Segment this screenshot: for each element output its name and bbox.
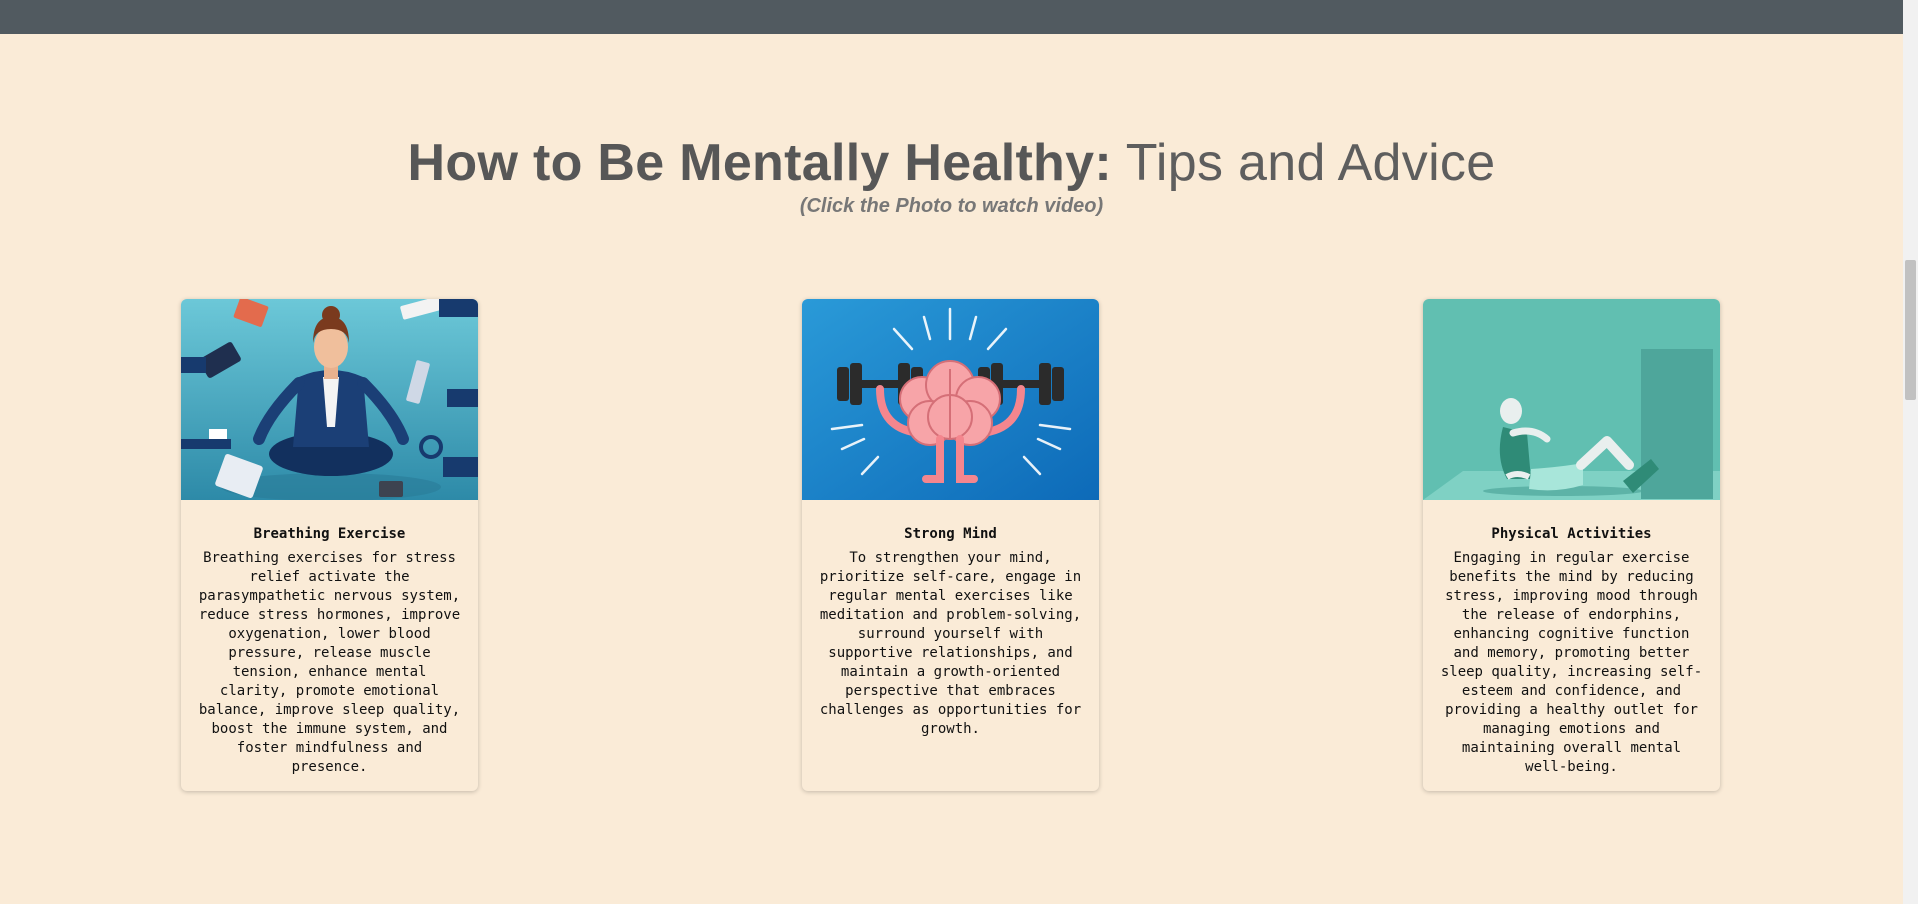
card-description: Engaging in regular exercise benefits th… [1440,550,1703,775]
page-title: How to Be Mentally Healthy: Tips and Adv… [0,128,1903,198]
card-title: Strong Mind [904,526,997,542]
card-strong-mind: Strong Mind To strengthen your mind, pri… [802,299,1099,791]
card-physical-activities: Physical Activities Engaging in regular … [1423,299,1720,791]
page-title-strong: How to Be Mentally Healthy: [407,134,1112,192]
page-title-light: Tips and Advice [1111,134,1496,192]
card-breathing-exercise: Breathing Exercise Breathing exercises f… [181,299,478,791]
top-navigation-bar [0,0,1903,34]
brain-lifting-illustration[interactable] [802,299,1099,500]
card-description: Breathing exercises for stress relief ac… [198,550,461,775]
page-subtitle: (Click the Photo to watch video) [799,195,1104,217]
card-description: To strengthen your mind, prioritize self… [819,550,1082,737]
meditation-illustration[interactable] [181,299,478,500]
scrollbar-thumb[interactable] [1905,260,1916,400]
card-title: Physical Activities [1491,526,1652,542]
stretching-illustration[interactable] [1423,299,1720,500]
scrollbar[interactable] [1903,0,1918,904]
card-title: Breathing Exercise [253,526,406,542]
